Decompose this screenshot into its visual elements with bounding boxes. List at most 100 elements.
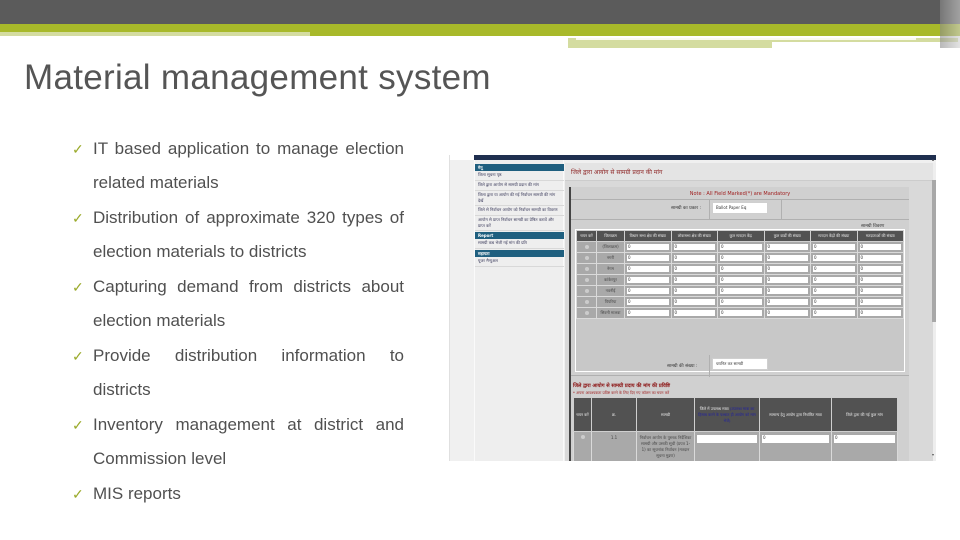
value-input[interactable]: 0 (859, 244, 901, 250)
value-input[interactable]: 0 (813, 310, 855, 316)
menu-item[interactable]: यूजर मैन्युअल (475, 257, 564, 267)
value-input[interactable]: 0 (673, 244, 715, 250)
fixed-quantity-input[interactable]: 0 (762, 435, 829, 443)
check-mark-icon: ✓ (72, 486, 84, 502)
row-select-radio[interactable] (584, 310, 589, 315)
value-input[interactable]: 0 (766, 255, 808, 261)
value-cell: 0 (717, 241, 765, 253)
scroll-up-arrow-icon[interactable]: ▴ (932, 157, 934, 162)
value-input[interactable]: 0 (859, 277, 901, 283)
value-input[interactable]: 0 (720, 299, 762, 305)
row-select-radio[interactable] (584, 288, 589, 293)
value-input[interactable]: 0 (673, 255, 715, 261)
value-input[interactable]: 0 (673, 288, 715, 294)
grid-column-header: क्र. (591, 397, 637, 432)
slide-accent-band (0, 24, 960, 32)
select-cell (573, 431, 592, 461)
slide-accent-pale-strip (0, 32, 310, 36)
value-input[interactable]: 0 (813, 255, 855, 261)
value-input[interactable]: 0 (627, 255, 669, 261)
quantity-field[interactable]: चयनित कर सामग्री (712, 358, 768, 370)
value-input[interactable]: 0 (766, 299, 808, 305)
value-input[interactable]: 0 (720, 288, 762, 294)
menu-item[interactable]: जिले से निर्वाचन आयोग को निर्वाचन सामग्र… (475, 206, 564, 216)
divider (571, 199, 909, 200)
value-input[interactable]: 0 (627, 244, 669, 250)
value-cell: 0 (717, 296, 765, 308)
grid-column-header: कुल वार्डों की संख्या (763, 230, 811, 242)
district-name: नेगम (596, 263, 625, 275)
value-input[interactable]: 0 (766, 288, 808, 294)
value-input[interactable]: 0 (720, 277, 762, 283)
bullet-list: ✓ IT based application to manage election… (72, 132, 404, 512)
grid-column-header: जिले में उपलब्ध मात्रा (उपलब्ध मात्रा का… (694, 397, 760, 432)
bullet-text: Provide distribution information to dist… (93, 346, 404, 399)
value-input[interactable]: 0 (720, 310, 762, 316)
value-input[interactable]: 0 (627, 277, 669, 283)
row-select-checkbox[interactable] (580, 435, 585, 439)
grid-column-header: चयन करें (573, 397, 592, 432)
value-input[interactable]: 0 (673, 266, 715, 272)
value-cell: 0 (624, 285, 672, 297)
value-input[interactable]: 0 (859, 288, 901, 294)
table-row: नेगम 0 0 0 0 0 0 (576, 263, 904, 275)
demand-quantity-input[interactable]: 0 (834, 435, 895, 443)
quantity-label: सामग्री की संख्या : (667, 364, 698, 369)
value-input[interactable]: 0 (627, 266, 669, 272)
check-mark-icon: ✓ (72, 141, 84, 157)
value-cell: 0 (831, 431, 898, 461)
value-input[interactable]: 0 (720, 266, 762, 272)
value-cell: 0 (763, 274, 811, 286)
row-select-radio[interactable] (584, 255, 589, 260)
value-input[interactable]: 0 (859, 310, 901, 316)
value-input[interactable]: 0 (813, 288, 855, 294)
district-name: कांकेरपुर (596, 274, 625, 286)
value-input[interactable]: 0 (720, 244, 762, 250)
check-mark-icon: ✓ (72, 210, 84, 226)
value-input[interactable]: 0 (813, 244, 855, 250)
item-number: 1.1 (591, 431, 637, 461)
scrollbar-thumb[interactable] (932, 180, 936, 322)
district-name: (जिलाक्रम) (596, 241, 625, 253)
value-input[interactable]: 0 (813, 277, 855, 283)
scroll-down-arrow-icon[interactable]: ▾ (932, 452, 934, 457)
demand-entry-grid: चयन करें क्र. सामग्री जिले में उपलब्ध मात्र… (573, 397, 898, 461)
value-cell: 0 (810, 241, 858, 253)
grid-column-header: कुल मतदान केंद्र (717, 230, 765, 242)
menu-item[interactable]: जिला द्वारा या आयोग की गई निर्वाचन सामग्… (475, 191, 564, 206)
row-select-radio[interactable] (584, 244, 589, 249)
value-input[interactable]: 0 (673, 310, 715, 316)
value-input[interactable]: 0 (720, 255, 762, 261)
available-quantity-input[interactable] (697, 435, 757, 443)
value-input[interactable]: 0 (766, 277, 808, 283)
value-cell: 0 (624, 241, 672, 253)
value-input[interactable]: 0 (859, 266, 901, 272)
value-input[interactable]: 0 (673, 277, 715, 283)
value-input[interactable]: 0 (627, 299, 669, 305)
value-input[interactable]: 0 (673, 299, 715, 305)
value-input[interactable]: 0 (627, 310, 669, 316)
header-note: (उपलब्ध मात्रा का हिसाब करने के पश्चात ह… (698, 405, 756, 423)
select-cell (576, 307, 597, 319)
value-input[interactable]: 0 (766, 244, 808, 250)
row-select-radio[interactable] (584, 266, 589, 271)
menu-item[interactable]: जिला सूचना पृष्ठ (475, 171, 564, 181)
value-input[interactable]: 0 (859, 255, 901, 261)
value-input[interactable]: 0 (859, 299, 901, 305)
value-input[interactable]: 0 (813, 299, 855, 305)
table-row: नगरी 0 0 0 0 0 0 (576, 252, 904, 264)
row-select-radio[interactable] (584, 277, 589, 282)
bullet-item: ✓ MIS reports (72, 477, 404, 511)
menu-item[interactable]: सामग्री कब भेजी गई मांग की प्रति (475, 239, 564, 249)
material-type-field[interactable]: Ballot Paper Eq (712, 202, 768, 214)
row-select-radio[interactable] (584, 299, 589, 304)
slide-accent-pale-strip (568, 42, 772, 48)
value-input[interactable]: 0 (813, 266, 855, 272)
menu-item[interactable]: आयोग से प्राप्त निर्वाचन सामग्री का प्रे… (475, 216, 564, 231)
select-cell (576, 274, 597, 286)
value-input[interactable]: 0 (766, 310, 808, 316)
value-input[interactable]: 0 (627, 288, 669, 294)
value-input[interactable]: 0 (766, 266, 808, 272)
table-row: नवनीई 0 0 0 0 0 0 (576, 285, 904, 297)
menu-item[interactable]: जिले द्वारा आयोग से सामग्री प्रदान की मा… (475, 181, 564, 191)
